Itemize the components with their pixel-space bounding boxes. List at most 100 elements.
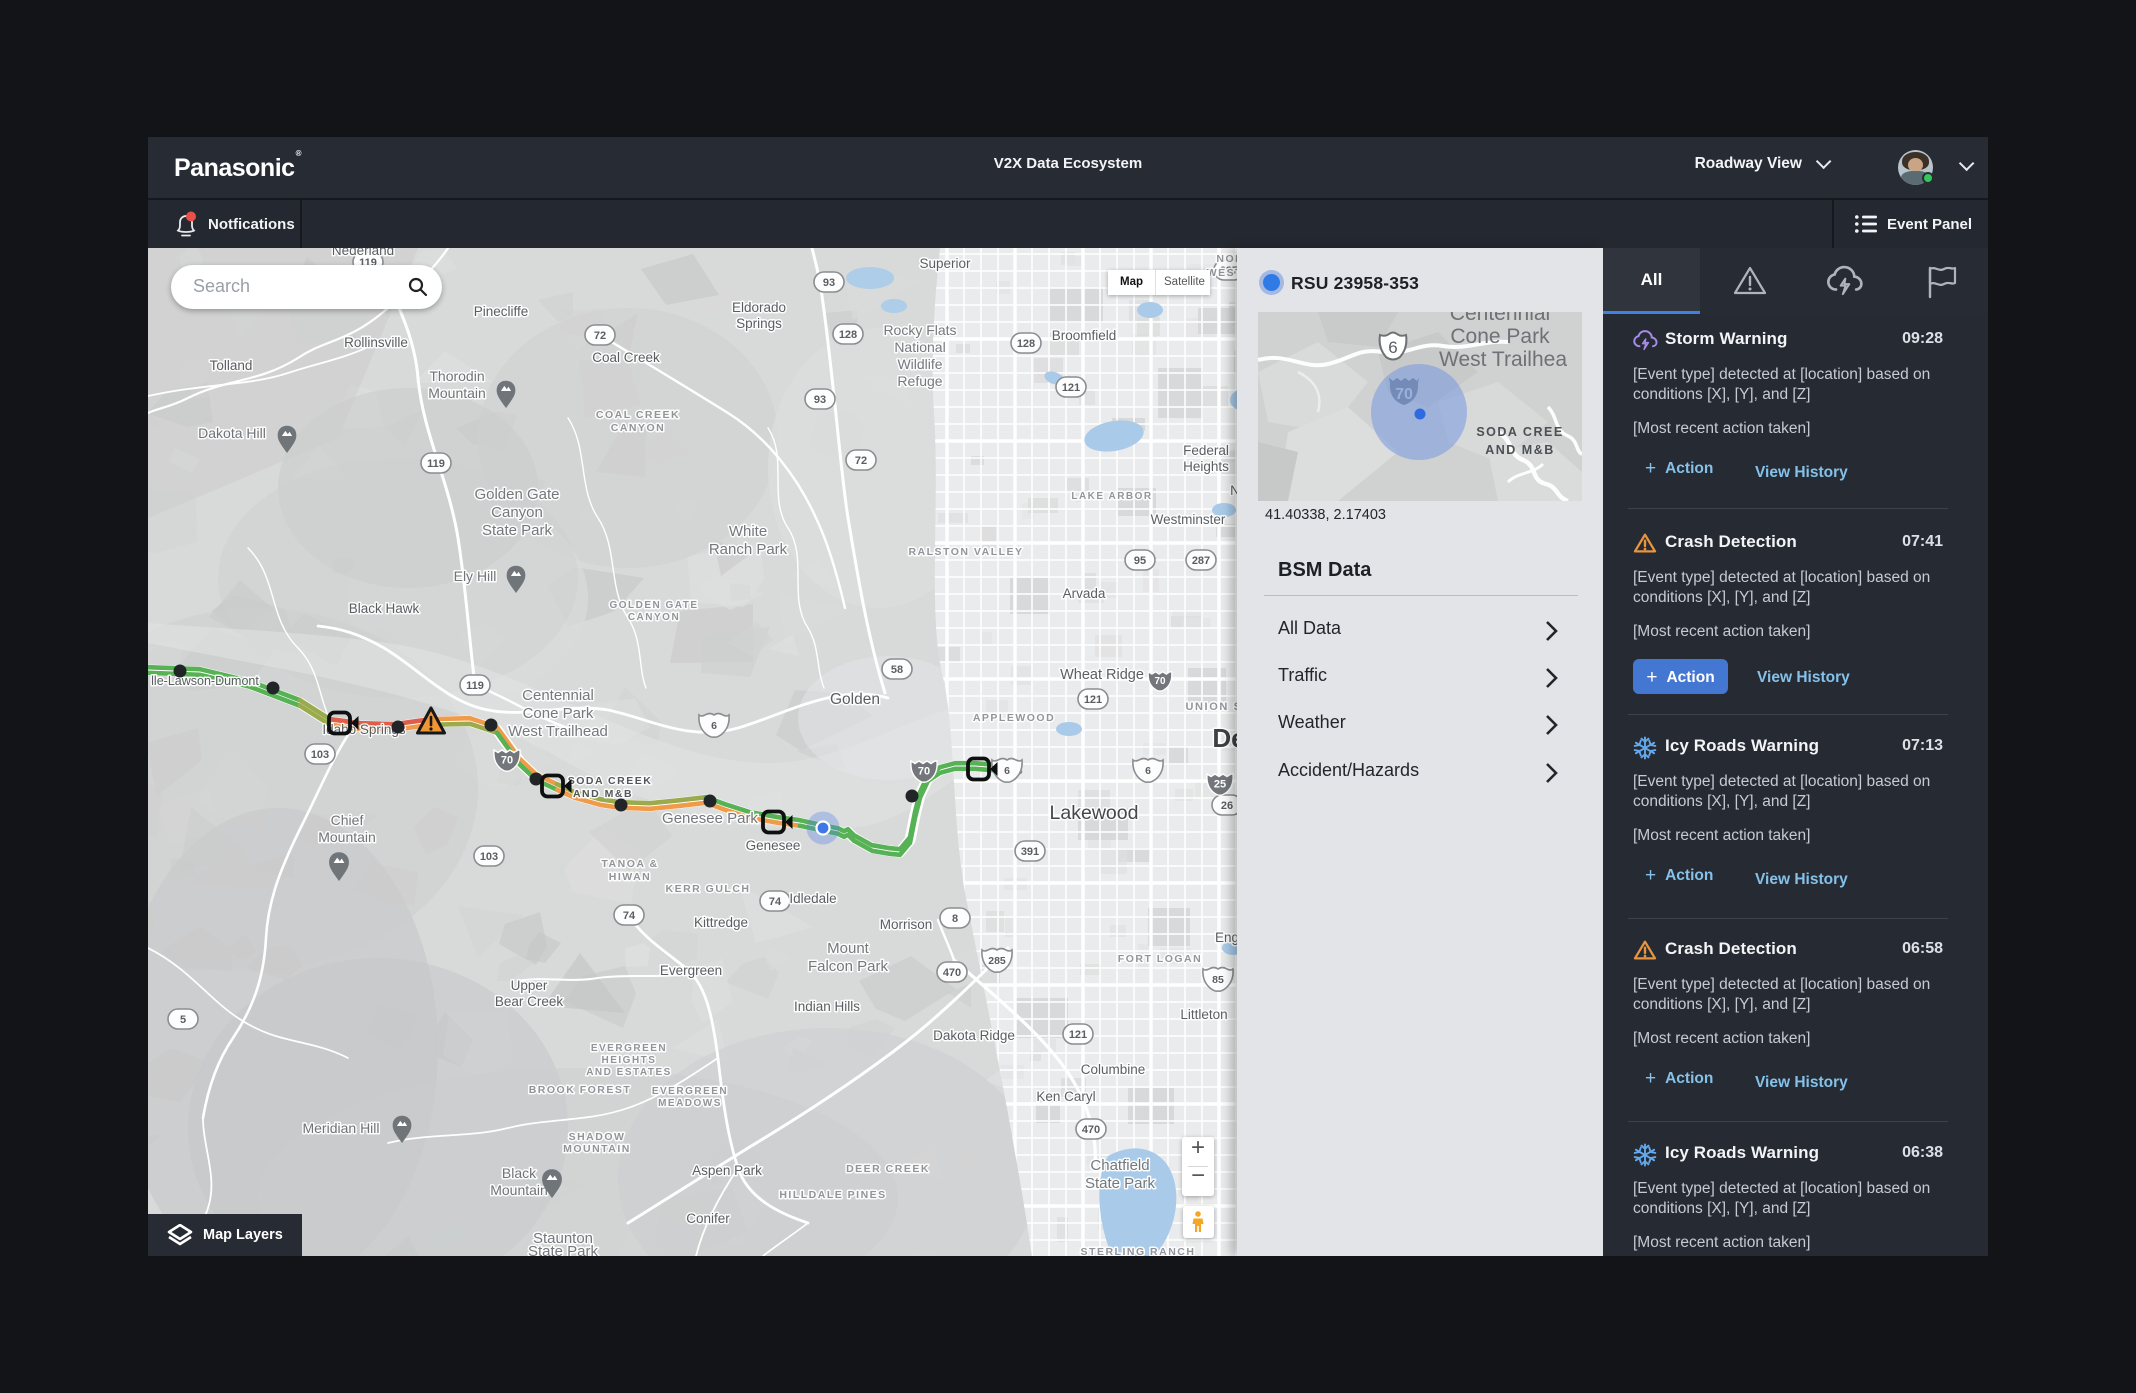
svg-text:Canyon: Canyon	[491, 504, 543, 521]
svg-text:SODA CREEK: SODA CREEK	[568, 775, 653, 787]
svg-text:Bear Creek: Bear Creek	[495, 994, 564, 1009]
svg-text:287: 287	[1192, 555, 1210, 567]
svg-text:NOI: NOI	[1216, 253, 1237, 265]
svg-text:470: 470	[943, 967, 961, 979]
svg-text:Centennial: Centennial	[522, 687, 594, 704]
svg-text:Golden Gate: Golden Gate	[474, 486, 559, 503]
svg-text:State Park: State Park	[528, 1243, 599, 1256]
svg-text:Dakota Hill: Dakota Hill	[198, 425, 266, 441]
svg-text:Columbine: Columbine	[1081, 1062, 1146, 1077]
svg-text:93: 93	[814, 394, 826, 406]
svg-text:121: 121	[1084, 694, 1102, 706]
svg-text:Genesee Park: Genesee Park	[662, 810, 758, 827]
svg-text:Wheat Ridge: Wheat Ridge	[1060, 667, 1144, 683]
svg-text:Evergreen: Evergreen	[660, 963, 722, 978]
svg-text:72: 72	[594, 330, 606, 342]
svg-text:STERLING RANCH: STERLING RANCH	[1081, 1246, 1196, 1256]
svg-text:Lakewood: Lakewood	[1050, 802, 1139, 824]
svg-text:Mountain: Mountain	[428, 385, 486, 401]
svg-text:Superior: Superior	[919, 256, 971, 271]
svg-text:SHADOW: SHADOW	[569, 1131, 626, 1143]
svg-text:6: 6	[1145, 765, 1151, 777]
svg-text:119: 119	[466, 680, 484, 692]
svg-text:Indian Hills: Indian Hills	[794, 999, 860, 1014]
svg-text:HIWAN: HIWAN	[609, 871, 652, 883]
svg-text:26: 26	[1221, 800, 1233, 812]
svg-text:470: 470	[1082, 1124, 1100, 1136]
svg-text:70: 70	[918, 766, 930, 778]
svg-text:TANOA &: TANOA &	[601, 858, 658, 870]
svg-text:De: De	[1212, 723, 1237, 753]
svg-text:Mountain: Mountain	[490, 1182, 548, 1198]
svg-text:93: 93	[823, 277, 835, 289]
svg-text:Refuge: Refuge	[897, 373, 942, 389]
svg-text:N: N	[1230, 483, 1237, 498]
svg-text:Chief: Chief	[331, 812, 364, 828]
svg-text:Federal: Federal	[1183, 443, 1229, 458]
svg-text:Ken Caryl: Ken Caryl	[1036, 1089, 1095, 1104]
svg-text:DEER CREEK: DEER CREEK	[846, 1163, 930, 1175]
svg-text:25: 25	[1214, 779, 1226, 791]
svg-text:Mount: Mount	[827, 940, 870, 957]
svg-text:128: 128	[1017, 338, 1035, 350]
svg-text:EVERGREEN: EVERGREEN	[591, 1043, 667, 1054]
svg-text:Genesee: Genesee	[746, 838, 801, 853]
svg-text:Cone Park: Cone Park	[1450, 325, 1550, 348]
svg-text:Nederland: Nederland	[332, 248, 394, 258]
svg-text:6: 6	[711, 720, 717, 732]
svg-text:UNION S: UNION S	[1185, 701, 1237, 713]
svg-text:70: 70	[501, 755, 513, 767]
svg-text:Chatfield: Chatfield	[1090, 1157, 1149, 1174]
svg-text:8: 8	[952, 913, 958, 925]
svg-text:Centennial: Centennial	[1450, 312, 1550, 325]
svg-text:LAKE ARBOR: LAKE ARBOR	[1071, 491, 1152, 502]
svg-text:Thorodin: Thorodin	[429, 368, 484, 384]
svg-text:FORT LOGAN: FORT LOGAN	[1118, 953, 1202, 965]
svg-text:National: National	[894, 339, 945, 355]
svg-text:GOLDEN GATE: GOLDEN GATE	[609, 600, 698, 611]
svg-text:6: 6	[1388, 338, 1397, 357]
svg-text:121: 121	[1062, 382, 1080, 394]
svg-text:Black Hawk: Black Hawk	[349, 601, 420, 616]
svg-text:285: 285	[988, 955, 1006, 967]
svg-text:MEADOWS: MEADOWS	[658, 1098, 722, 1109]
svg-text:95: 95	[1134, 555, 1146, 567]
svg-text:Arvada: Arvada	[1063, 586, 1106, 601]
svg-text:Littleton: Littleton	[1180, 1007, 1227, 1022]
svg-text:70: 70	[1154, 676, 1166, 687]
svg-text:AND M&B: AND M&B	[573, 788, 633, 800]
svg-text:Golden: Golden	[830, 691, 880, 708]
svg-text:Westminster: Westminster	[1151, 512, 1226, 527]
svg-text:BROOK FOREST: BROOK FOREST	[529, 1084, 632, 1096]
svg-text:74: 74	[623, 910, 636, 922]
svg-text:Morrison: Morrison	[880, 917, 933, 932]
svg-text:74: 74	[769, 896, 782, 908]
svg-text:AND ESTATES: AND ESTATES	[586, 1067, 672, 1078]
svg-text:6: 6	[1004, 765, 1010, 777]
svg-text:Conifer: Conifer	[686, 1211, 730, 1226]
svg-text:COAL CREEK: COAL CREEK	[596, 409, 680, 421]
svg-text:White: White	[729, 523, 767, 540]
svg-text:HEIGHTS: HEIGHTS	[602, 1055, 657, 1066]
svg-text:Springs: Springs	[736, 316, 782, 331]
svg-text:State Park: State Park	[1085, 1175, 1156, 1192]
svg-text:Pinecliffe: Pinecliffe	[474, 304, 529, 319]
svg-text:AND M&B: AND M&B	[1485, 443, 1555, 457]
svg-text:West Trailhead: West Trailhead	[508, 723, 608, 740]
svg-text:103: 103	[480, 851, 498, 863]
svg-text:Black: Black	[502, 1165, 537, 1181]
svg-text:KERR GULCH: KERR GULCH	[666, 883, 751, 895]
svg-text:391: 391	[1021, 846, 1039, 858]
svg-text:Idledale: Idledale	[789, 891, 836, 906]
svg-text:Rollinsville: Rollinsville	[344, 335, 408, 350]
svg-text:Meridian Hill: Meridian Hill	[302, 1120, 379, 1136]
svg-text:Coal Creek: Coal Creek	[592, 350, 660, 365]
svg-text:Eng: Eng	[1215, 930, 1237, 945]
svg-text:128: 128	[839, 329, 857, 341]
svg-text:Kittredge: Kittredge	[694, 915, 748, 930]
svg-text:APPLEWOOD: APPLEWOOD	[973, 712, 1055, 724]
svg-text:58: 58	[891, 664, 903, 676]
svg-text:Eldorado: Eldorado	[732, 300, 786, 315]
svg-text:Tolland: Tolland	[210, 358, 253, 373]
svg-text:Heights: Heights	[1183, 459, 1229, 474]
